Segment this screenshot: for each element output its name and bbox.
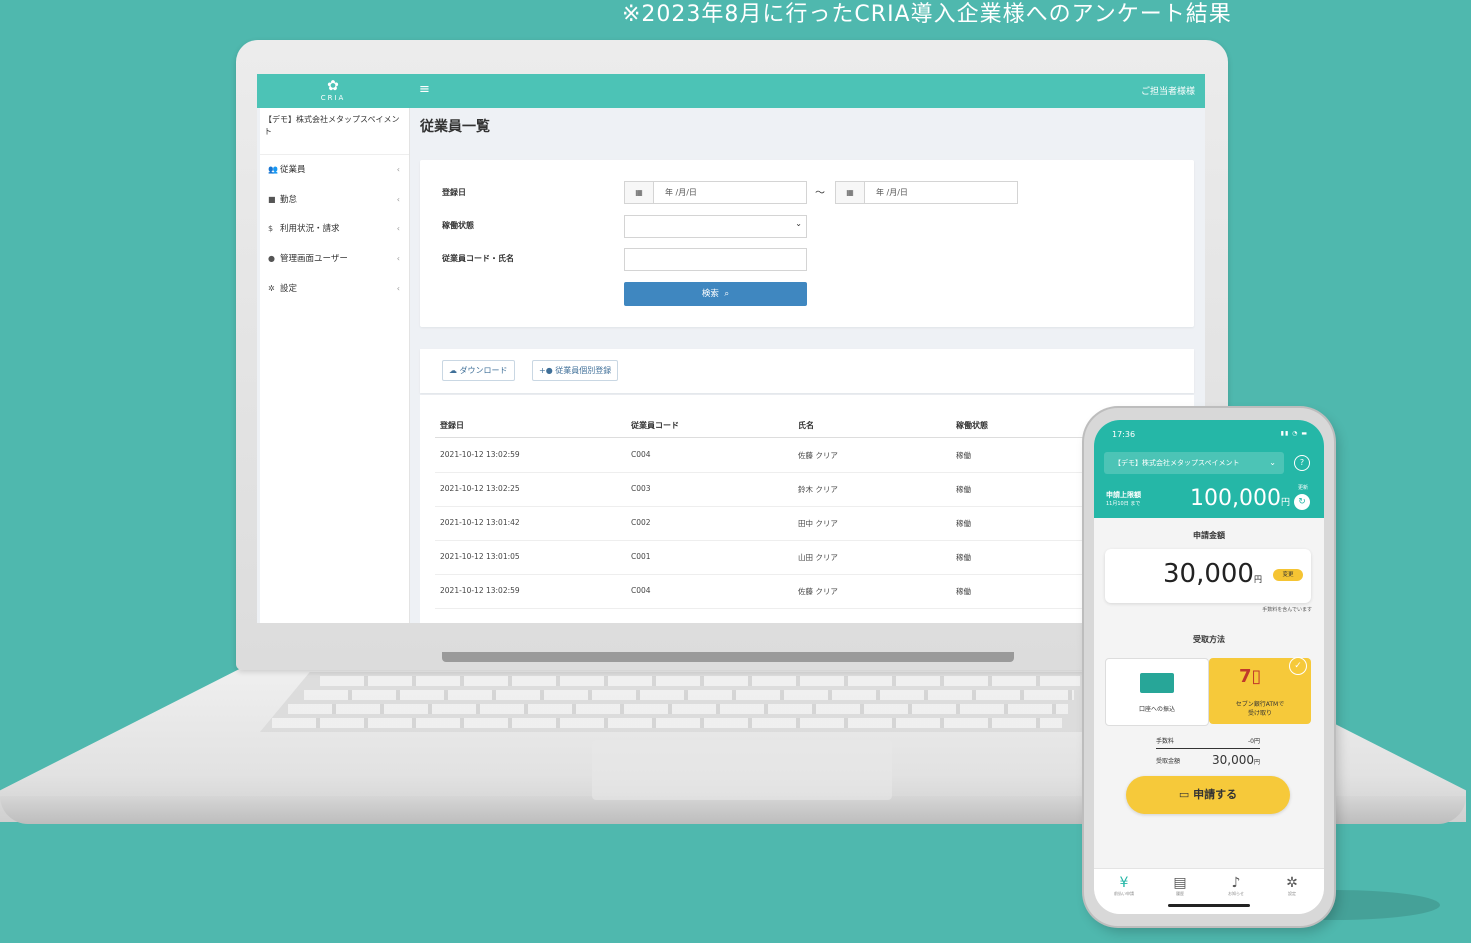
caption: ※2023年8月に行ったCRIA導入企業様へのアンケート結果 (622, 2, 1232, 27)
column-header[interactable]: 稼働状態 (956, 420, 988, 431)
date-from-input[interactable]: ▦ 年 /月/日 (624, 181, 807, 204)
check-icon: ✓ (1289, 657, 1307, 675)
divider (1156, 748, 1260, 749)
change-button[interactable]: 変更 (1273, 569, 1303, 581)
chevron-down-icon: ⌄ (795, 219, 802, 228)
dollar-icon: $ (268, 224, 274, 233)
cloud-download-icon: ☁ (449, 366, 460, 375)
sidebar-item-employees[interactable]: 👥 従業員 ‹ (268, 162, 400, 178)
nav-item-prepay[interactable]: ¥ 前払い申請 (1104, 875, 1144, 897)
calendar-icon: ▦ (836, 182, 865, 203)
range-separator: 〜 (815, 188, 825, 199)
user-icon: ● (268, 254, 275, 263)
bank-card-icon (1140, 673, 1174, 693)
date-to-input[interactable]: ▦ 年 /月/日 (835, 181, 1018, 204)
help-icon[interactable]: ? (1294, 455, 1310, 471)
yen-icon: ¥ (1119, 875, 1129, 891)
search-form-card: 登録日 ▦ 年 /月/日 〜 ▦ 年 /月/日 稼働状態 ⌄ 従業員コード・氏名… (420, 160, 1194, 327)
home-indicator (1168, 904, 1250, 907)
sidebar-item-admin-users[interactable]: ● 管理画面ユーザー ‹ (268, 251, 400, 267)
user-plus-icon: +● (539, 366, 556, 375)
apply-button[interactable]: ▭ 申請する (1126, 776, 1290, 814)
top-bar: ✿ CRIA ≡ ご担当者様様 (257, 74, 1205, 108)
signal-wifi-battery-icon: ▮▮ ◔ ▬ (1280, 430, 1308, 437)
bottom-nav: ¥ 前払い申請 ▤ 履歴 ♪ お知らせ ✲ 設定 (1094, 868, 1324, 914)
receive-method-label: 受取方法 (1193, 635, 1225, 644)
toolbar-card: ☁ ダウンロード +● 従業員個別登録 (420, 349, 1194, 393)
column-header[interactable]: 従業員コード (631, 420, 679, 431)
register-employee-button[interactable]: +● 従業員個別登録 (532, 360, 619, 381)
column-header[interactable]: 登録日 (440, 420, 464, 431)
refresh-icon[interactable]: ↻ (1294, 494, 1310, 510)
sidebar-item-settings[interactable]: ✲ 設定 ‹ (268, 281, 400, 297)
status-select[interactable]: ⌄ (624, 215, 807, 238)
nav-item-history[interactable]: ▤ 履歴 (1160, 875, 1200, 897)
gear-icon: ✲ (268, 284, 275, 293)
chevron-left-icon: ‹ (396, 165, 400, 174)
chevron-left-icon: ‹ (396, 254, 400, 263)
document-icon: ▤ (1173, 875, 1187, 891)
sidebar: 【デモ】株式会社メタップスペイメント 👥 従業員 ‹ ■ 勤怠 ‹ $ 利用状況・請求… (260, 108, 410, 623)
divider (260, 154, 409, 155)
nav-item-notifications[interactable]: ♪ お知らせ (1216, 875, 1256, 897)
total-amount: 30,000円 (1211, 753, 1260, 767)
phone-screen: 17:36 ▮▮ ◔ ▬ 【デモ】株式会社メタップスペイメント ⌄ ? 申請上限… (1094, 420, 1324, 914)
download-button[interactable]: ☁ ダウンロード (442, 360, 515, 381)
table-row[interactable]: 2021-10-12 13:01:05 C001 山田 クリア 稼働 (435, 540, 1195, 575)
chevron-left-icon: ‹ (396, 195, 400, 204)
code-name-input[interactable] (624, 248, 807, 271)
nav-item-settings[interactable]: ✲ 設定 (1272, 875, 1312, 897)
table-row[interactable]: 2021-10-12 13:02:59 C004 佐藤 クリア 稼働 (435, 574, 1195, 609)
trackpad (592, 740, 892, 800)
search-icon: ⌕ (721, 289, 730, 299)
date-label: 登録日 (442, 188, 466, 197)
status-time: 17:36 (1112, 430, 1136, 439)
chevron-down-icon: ⌄ (1269, 458, 1276, 467)
chevron-left-icon: ‹ (396, 284, 400, 293)
status-label: 稼働状態 (442, 221, 474, 230)
users-icon: 👥 (268, 165, 278, 174)
request-amount-label: 申請金額 (1193, 531, 1225, 540)
sidebar-item-usage[interactable]: $ 利用状況・請求 ‹ (268, 221, 400, 237)
chevron-left-icon: ‹ (396, 224, 400, 233)
cria-logo-icon: ✿ (327, 78, 339, 94)
page-title: 従業員一覧 (420, 119, 490, 135)
fee-row: 手数料 -0円 (1156, 738, 1260, 745)
table-row[interactable]: 2021-10-12 13:01:42 C002 田中 クリア 稼働 (435, 506, 1195, 541)
fee-note: 手数料を含んでいます (1262, 607, 1312, 613)
briefcase-icon: ■ (268, 195, 276, 204)
option-bank-transfer[interactable]: 口座への振込 (1105, 658, 1209, 726)
employee-table: 登録日 従業員コード 氏名 稼働状態 2021-10-12 13:02:59 C… (420, 395, 1195, 623)
phone-frame: 17:36 ▮▮ ◔ ▬ 【デモ】株式会社メタップスペイメント ⌄ ? 申請上限… (1084, 408, 1334, 926)
column-header[interactable]: 氏名 (798, 420, 814, 431)
table-row[interactable]: 2021-10-12 13:02:59 C004 佐藤 クリア 稼働 (435, 438, 1195, 473)
limit-label: 申請上限額 (1106, 491, 1141, 499)
calendar-icon: ▦ (625, 182, 654, 203)
admin-screen: ✿ CRIA ≡ ご担当者様様 【デモ】株式会社メタップスペイメント 👥 従業員 … (257, 74, 1205, 623)
cria-logo[interactable]: ✿ CRIA (311, 78, 355, 106)
option-seven-atm[interactable]: 7▯ ✓ セブン銀行ATMで 受け取り (1209, 657, 1311, 724)
phone-header: 17:36 ▮▮ ◔ ▬ 【デモ】株式会社メタップスペイメント ⌄ ? 申請上限… (1094, 420, 1324, 518)
code-name-label: 従業員コード・氏名 (442, 254, 514, 263)
limit-amount: 100,000円 (1190, 486, 1290, 511)
search-button[interactable]: 検索 ⌕ (624, 282, 807, 306)
request-amount: 30,000円 (1163, 559, 1262, 589)
refresh-label: 更新 (1298, 485, 1309, 491)
request-amount-box[interactable]: 30,000円 変更 (1105, 549, 1311, 603)
company-select[interactable]: 【デモ】株式会社メタップスペイメント ⌄ (1104, 452, 1284, 474)
hamburger-menu-icon[interactable]: ≡ (419, 82, 430, 97)
bell-icon: ♪ (1231, 875, 1241, 891)
sidebar-item-attendance[interactable]: ■ 勤怠 ‹ (268, 192, 400, 208)
limit-deadline: 11月10日 まで (1106, 501, 1141, 507)
company-name: 【デモ】株式会社メタップスペイメント (264, 115, 400, 136)
yen-bill-icon: ▭ (1178, 788, 1194, 801)
user-menu[interactable]: ご担当者様様 (1141, 84, 1195, 97)
seven-bank-icon: 7▯ (1239, 666, 1262, 687)
table-row[interactable]: 2021-10-12 13:02:25 C003 鈴木 クリア 稼働 (435, 472, 1195, 507)
keyboard (260, 672, 1090, 732)
gear-icon: ✲ (1286, 875, 1298, 891)
laptop-hinge (442, 652, 1014, 662)
